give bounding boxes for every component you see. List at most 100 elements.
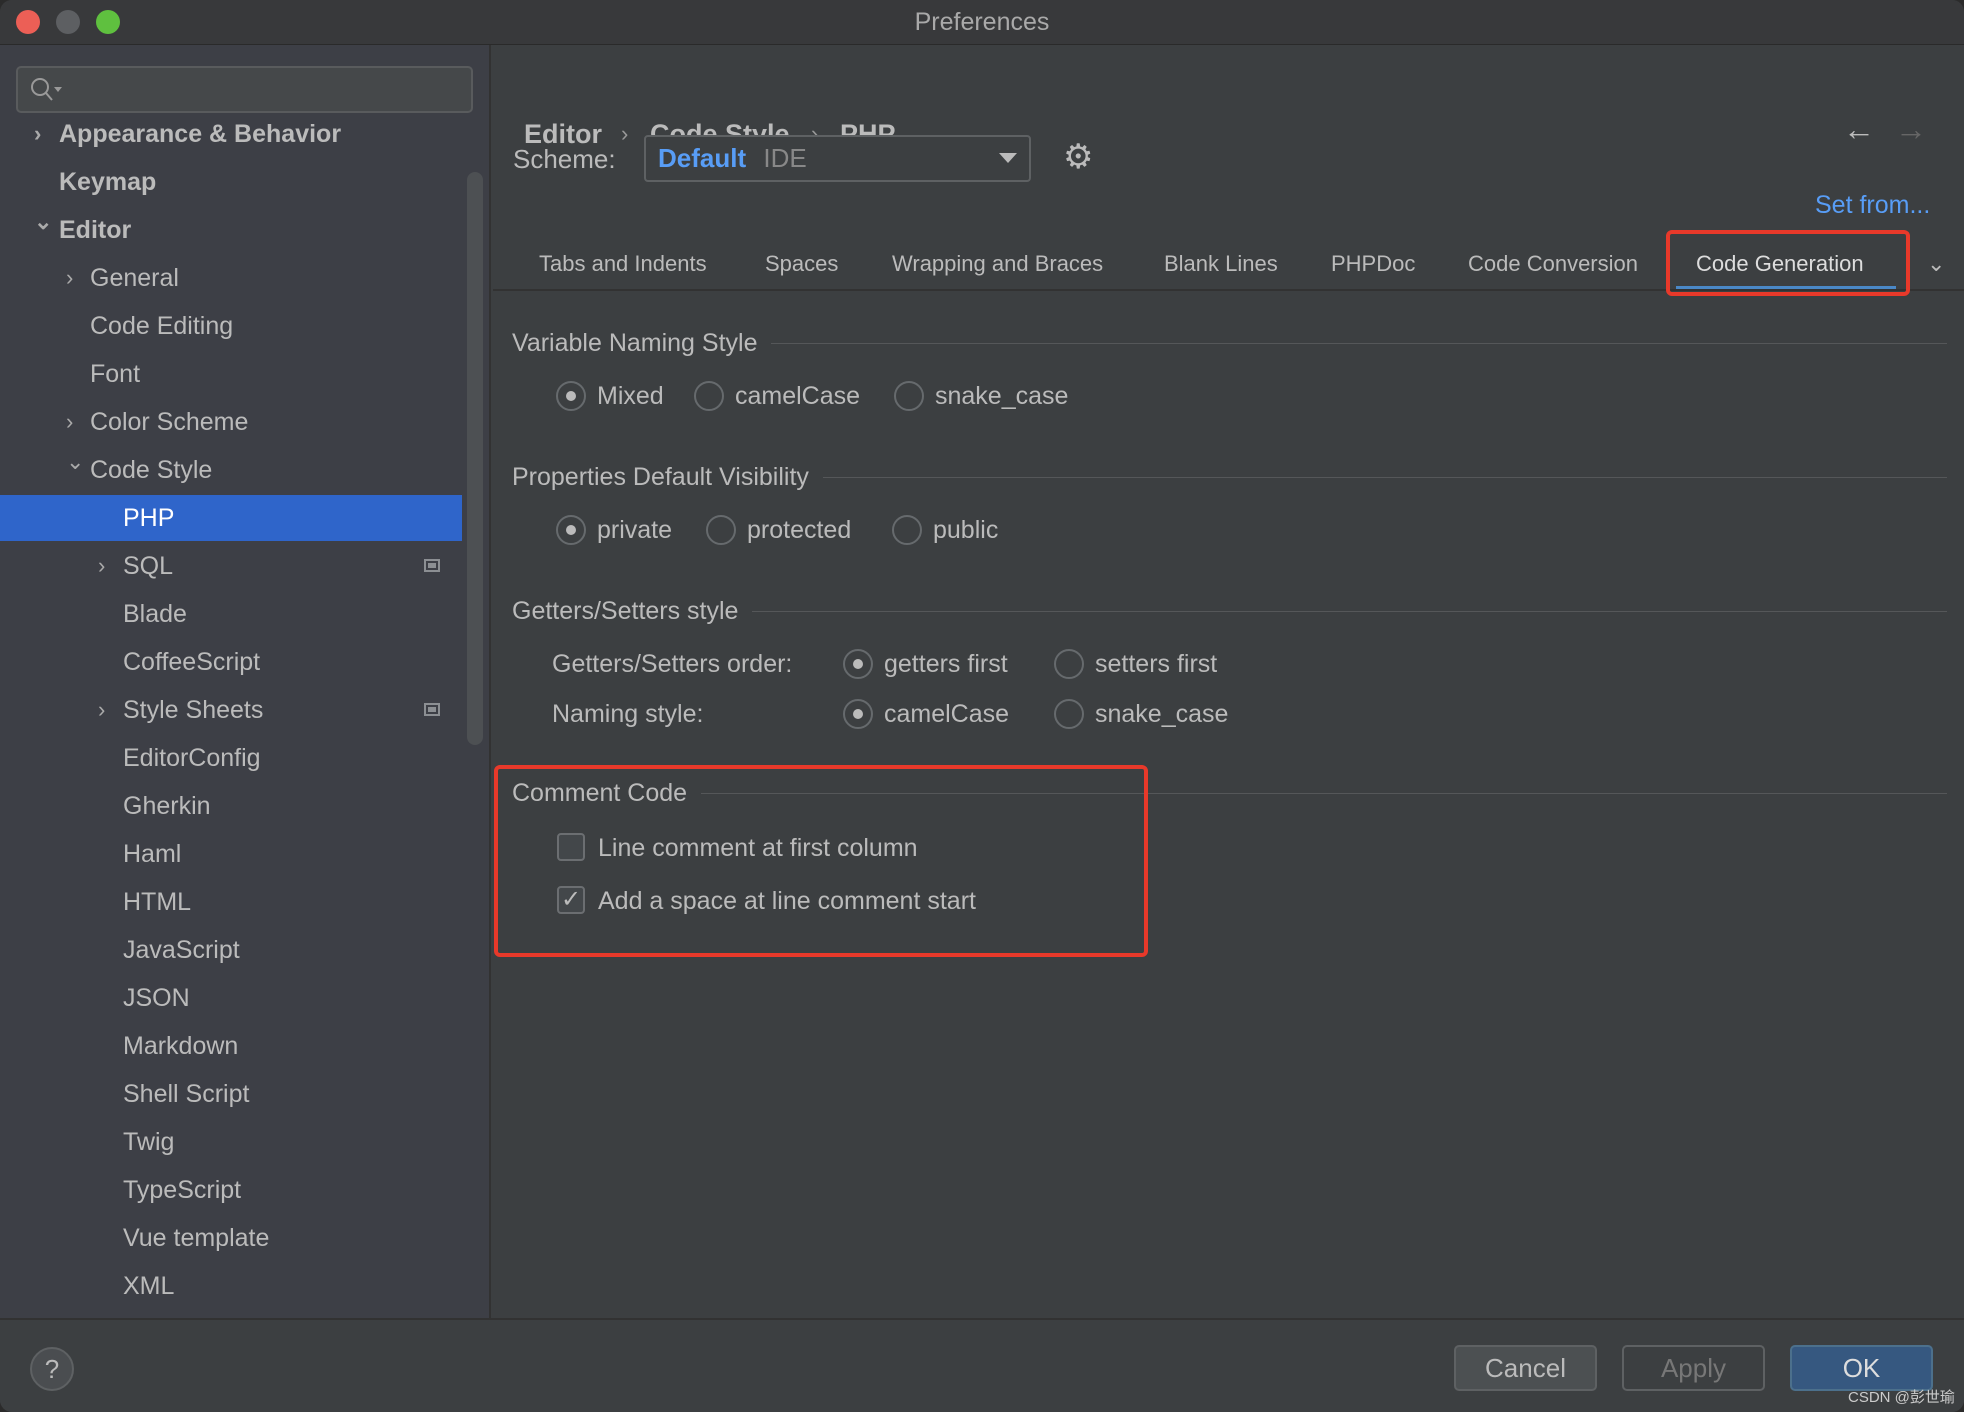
radio-private[interactable] — [556, 515, 586, 545]
sidebar-item-label: Haml — [123, 840, 182, 868]
radio-snake-case[interactable] — [894, 381, 924, 411]
radio-label[interactable]: private — [597, 515, 672, 545]
sidebar-item-appearance-behavior[interactable]: › Appearance & Behavior — [0, 111, 462, 157]
sidebar-item-label: Markdown — [123, 1032, 239, 1060]
sidebar-item-editorconfig[interactable]: EditorConfig — [0, 735, 462, 781]
sidebar-item-sql[interactable]: › SQL — [0, 543, 462, 589]
sidebar-item-label: General — [90, 264, 179, 292]
sidebar-item-general[interactable]: › General — [0, 255, 462, 301]
tab-wrapping-and-braces[interactable]: Wrapping and Braces — [892, 251, 1103, 277]
radio-camelcase[interactable] — [843, 699, 873, 729]
radio-protected[interactable] — [706, 515, 736, 545]
sidebar-item-coffeescript[interactable]: CoffeeScript — [0, 639, 462, 685]
tab-spaces[interactable]: Spaces — [765, 251, 838, 277]
sidebar-item-label: Font — [90, 360, 141, 388]
radio-label[interactable]: snake_case — [935, 381, 1068, 411]
sidebar-item-shell-script[interactable]: Shell Script — [0, 1071, 462, 1117]
radio-label[interactable]: protected — [747, 515, 851, 545]
apply-button[interactable]: Apply — [1622, 1345, 1765, 1391]
sidebar-item-twig[interactable]: Twig — [0, 1119, 462, 1165]
radio-label[interactable]: camelCase — [735, 381, 860, 411]
radio-label[interactable]: snake_case — [1095, 699, 1228, 729]
sidebar-item-label: Shell Script — [123, 1080, 250, 1108]
scheme-name: Default — [658, 143, 747, 173]
search-input[interactable] — [16, 66, 473, 113]
sidebar-item-gherkin[interactable]: Gherkin — [0, 783, 462, 829]
sidebar-item-label: Code Editing — [90, 312, 234, 340]
scheme-type: IDE — [763, 143, 807, 173]
section-variable-naming: Variable Naming Style — [512, 329, 1947, 358]
cancel-button[interactable]: Cancel — [1454, 1345, 1597, 1391]
sidebar-item-javascript[interactable]: JavaScript — [0, 927, 462, 973]
sidebar-item-editor[interactable]: ⌄ Editor — [0, 207, 462, 253]
sidebar-item-html[interactable]: HTML — [0, 879, 462, 925]
chevron-down-icon[interactable]: ⌄ — [66, 439, 84, 485]
section-properties-visibility: Properties Default Visibility — [512, 463, 1947, 492]
radio-label[interactable]: Mixed — [597, 381, 664, 411]
search-field[interactable] — [64, 74, 454, 104]
gear-icon[interactable]: ⚙ — [1063, 137, 1093, 177]
sidebar-item-php[interactable]: PHP — [0, 495, 462, 541]
back-arrow-icon[interactable]: ← — [1843, 111, 1875, 148]
sidebar-item-label: Code Style — [90, 456, 213, 484]
watermark: CSDN @彭世瑜 — [1848, 1389, 1955, 1406]
sidebar-item-blade[interactable]: Blade — [0, 591, 462, 637]
sidebar-item-label: JSON — [123, 984, 190, 1012]
sidebar-item-xml[interactable]: XML — [0, 1263, 462, 1309]
sidebar-item-markdown[interactable]: Markdown — [0, 1023, 462, 1069]
sidebar-item-keymap[interactable]: Keymap — [0, 159, 462, 205]
scheme-dropdown[interactable]: Default IDE — [644, 135, 1031, 182]
project-scope-icon — [424, 559, 440, 572]
radio-camelcase[interactable] — [694, 381, 724, 411]
sidebar-item-label: Vue template — [123, 1224, 270, 1252]
settings-sidebar: › Appearance & Behavior Keymap ⌄ Editor › Gene… — [0, 45, 491, 1318]
ok-button[interactable]: OK — [1790, 1345, 1933, 1391]
chevron-right-icon[interactable]: › — [34, 111, 41, 157]
chevron-down-icon — [999, 153, 1017, 163]
radio-label[interactable]: setters first — [1095, 649, 1217, 679]
radio-label[interactable]: getters first — [884, 649, 1008, 679]
breadcrumb-separator: › — [621, 121, 629, 146]
chevron-right-icon[interactable]: › — [98, 687, 105, 733]
sidebar-item-label: Appearance & Behavior — [59, 120, 342, 148]
sidebar-item-label: PHP — [123, 504, 175, 532]
sidebar-item-code-style[interactable]: ⌄ Code Style — [0, 447, 462, 493]
sidebar-item-vue-template[interactable]: Vue template — [0, 1215, 462, 1261]
sidebar-item-json[interactable]: JSON — [0, 975, 462, 1021]
sidebar-item-label: JavaScript — [123, 936, 240, 964]
chevron-right-icon[interactable]: › — [98, 543, 105, 589]
sidebar-item-typescript[interactable]: TypeScript — [0, 1167, 462, 1213]
tab-phpdoc[interactable]: PHPDoc — [1331, 251, 1415, 277]
section-getters-setters: Getters/Setters style — [512, 597, 1947, 626]
more-tabs-chevron-icon[interactable]: ⌄ — [1927, 251, 1945, 277]
naming-style-label: Naming style: — [552, 700, 704, 728]
sidebar-item-style-sheets[interactable]: › Style Sheets — [0, 687, 462, 733]
tab-code-conversion[interactable]: Code Conversion — [1468, 251, 1638, 277]
tab-blank-lines[interactable]: Blank Lines — [1164, 251, 1278, 277]
radio-getters-first[interactable] — [843, 649, 873, 679]
help-button[interactable]: ? — [30, 1347, 74, 1391]
radio-snake-case[interactable] — [1054, 699, 1084, 729]
forward-arrow-icon[interactable]: → — [1895, 111, 1927, 148]
radio-public[interactable] — [892, 515, 922, 545]
sidebar-item-label: SQL — [123, 552, 174, 580]
set-from-link[interactable]: Set from... — [1815, 191, 1930, 220]
sidebar-item-font[interactable]: Font — [0, 351, 462, 397]
scheme-label: Scheme: — [513, 144, 616, 174]
radio-setters-first[interactable] — [1054, 649, 1084, 679]
chevron-down-icon[interactable]: ⌄ — [34, 199, 52, 245]
tab-highlight-box — [1666, 230, 1910, 296]
sidebar-item-label: HTML — [123, 888, 192, 916]
tab-tabs-and-indents[interactable]: Tabs and Indents — [539, 251, 707, 277]
chevron-right-icon[interactable]: › — [66, 255, 73, 301]
sidebar-item-label: Twig — [123, 1128, 175, 1156]
radio-label[interactable]: public — [933, 515, 998, 545]
settings-content: Editor › Code Style › PHP ← → Scheme: De… — [493, 45, 1964, 1318]
bottom-bar: ? Cancel Apply OK CSDN @彭世瑜 — [0, 1318, 1964, 1412]
sidebar-item-label: Keymap — [59, 168, 157, 196]
sidebar-item-code-editing[interactable]: Code Editing — [0, 303, 462, 349]
sidebar-item-haml[interactable]: Haml — [0, 831, 462, 877]
sidebar-scrollbar[interactable] — [467, 172, 483, 745]
radio-label[interactable]: camelCase — [884, 699, 1009, 729]
radio-mixed[interactable] — [556, 381, 586, 411]
